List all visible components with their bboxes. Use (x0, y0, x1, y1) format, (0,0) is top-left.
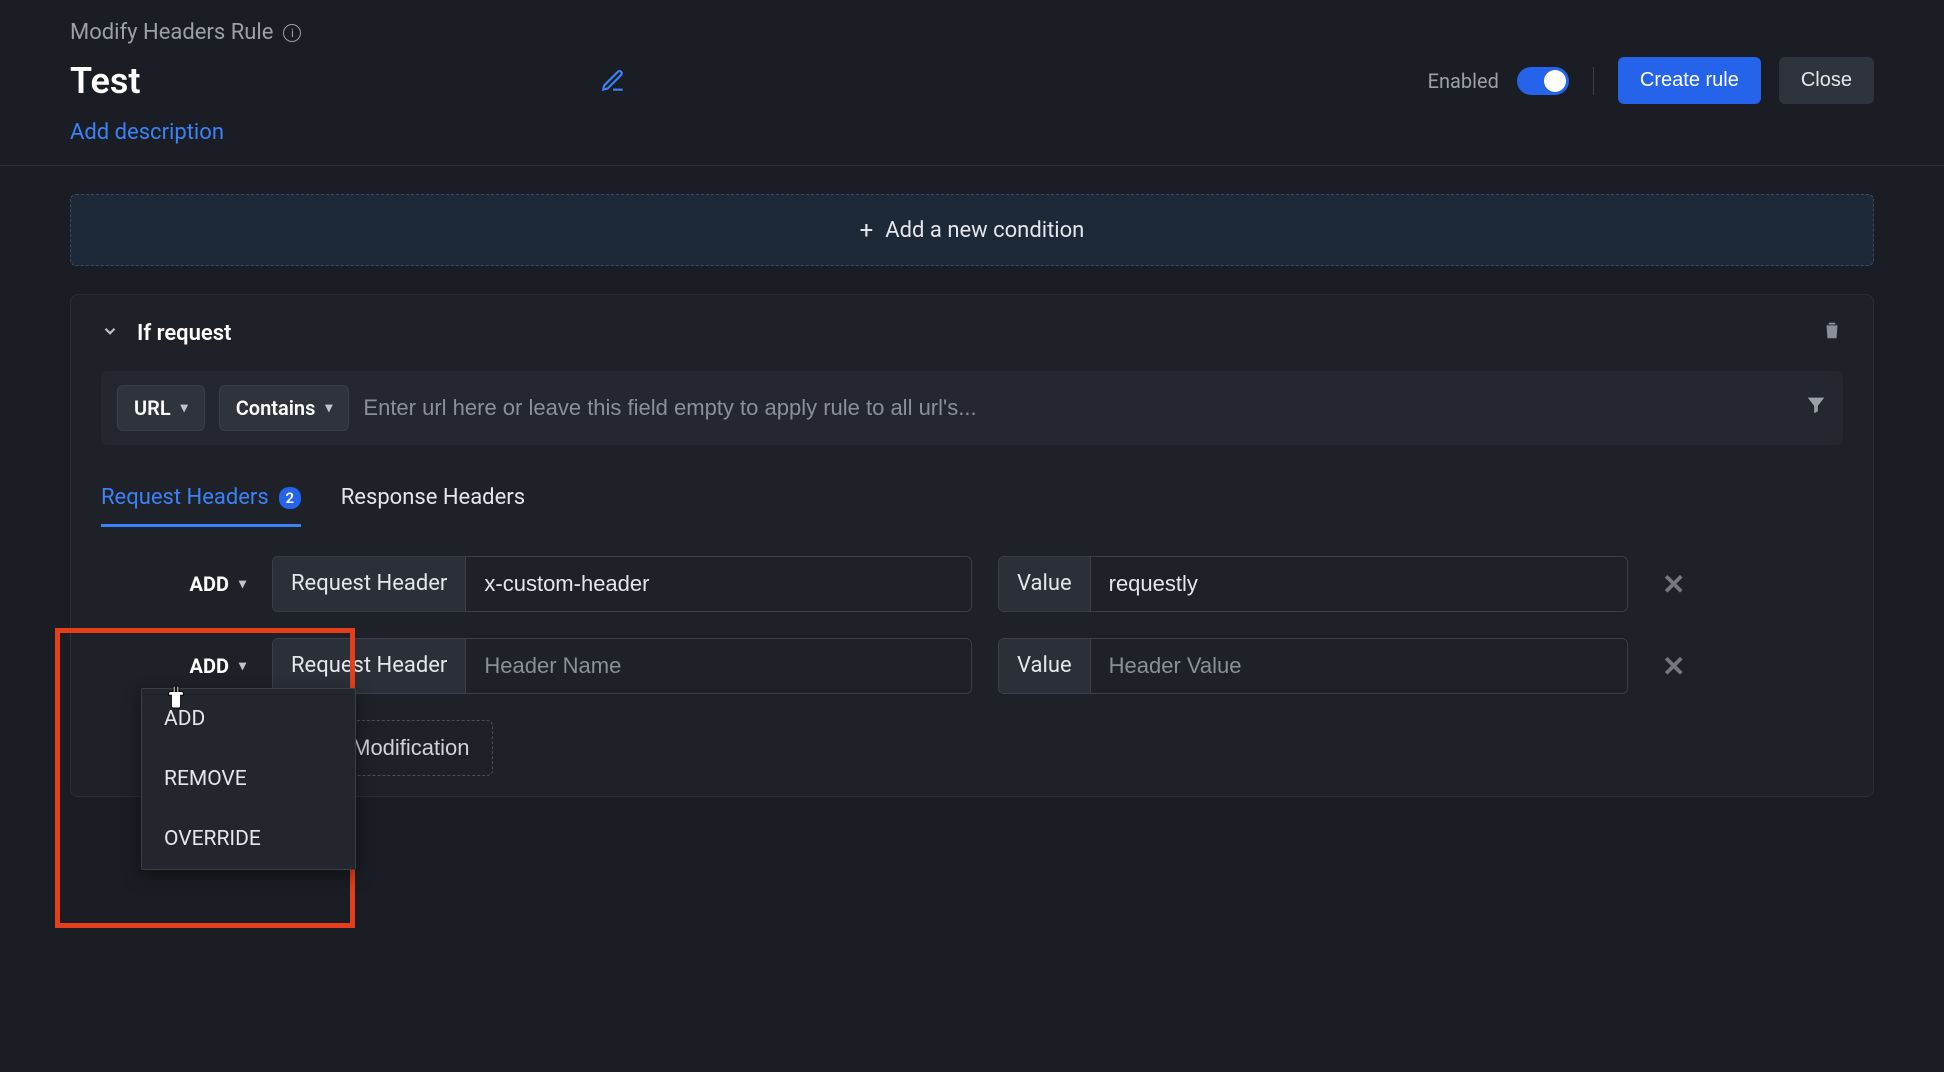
modification-row: ADD ▾ Request Header Value ✕ (101, 556, 1843, 612)
dropdown-item-add[interactable]: ADD (142, 689, 355, 749)
header-name-input[interactable] (466, 557, 971, 611)
header-name-input[interactable] (466, 639, 971, 693)
action-label: ADD (190, 572, 229, 596)
chevron-down-icon: ▾ (181, 400, 188, 416)
url-filter-row: URL ▾ Contains ▾ (101, 371, 1843, 445)
dropdown-item-override[interactable]: OVERRIDE (142, 809, 355, 869)
url-type-select[interactable]: URL ▾ (117, 385, 205, 431)
tab-request-headers[interactable]: Request Headers 2 (101, 485, 301, 527)
close-button[interactable]: Close (1779, 57, 1874, 104)
add-description-link[interactable]: Add description (70, 120, 1874, 145)
breadcrumb-title: Modify Headers Rule (70, 20, 273, 45)
action-select[interactable]: ADD ▾ (190, 572, 246, 596)
header-value-label: Value (999, 639, 1091, 693)
breadcrumb: Modify Headers Rule i (70, 20, 1874, 45)
edit-icon[interactable] (600, 68, 626, 94)
header-value-label: Value (999, 557, 1091, 611)
create-rule-button[interactable]: Create rule (1618, 57, 1761, 104)
tab-request-label: Request Headers (101, 485, 269, 510)
tab-request-badge: 2 (279, 487, 301, 509)
header-key-label: Request Header (273, 639, 466, 693)
enabled-toggle[interactable] (1517, 67, 1569, 95)
enabled-label: Enabled (1428, 69, 1499, 93)
modification-row: ADD ▾ ADD REMOVE OVERRIDE (101, 638, 1843, 694)
tab-response-label: Response Headers (341, 485, 525, 510)
add-condition-button[interactable]: + Add a new condition (70, 194, 1874, 266)
operator-select[interactable]: Contains ▾ (219, 385, 350, 431)
url-type-label: URL (134, 396, 171, 420)
condition-panel: If request URL ▾ Contains ▾ (70, 294, 1874, 797)
add-condition-label: Add a new condition (885, 218, 1084, 243)
action-select[interactable]: ADD ▾ (190, 654, 246, 678)
trash-icon[interactable] (1821, 319, 1843, 347)
header-value-input[interactable] (1091, 639, 1627, 693)
dropdown-item-remove[interactable]: REMOVE (142, 749, 355, 809)
operator-label: Contains (236, 396, 316, 420)
chevron-down-icon: ▾ (239, 576, 246, 592)
chevron-down-icon: ▾ (239, 658, 246, 674)
info-icon[interactable]: i (283, 24, 301, 42)
chevron-down-icon[interactable] (101, 322, 119, 345)
divider (1593, 67, 1594, 95)
header-key-label: Request Header (273, 557, 466, 611)
tab-response-headers[interactable]: Response Headers (341, 485, 525, 527)
remove-row-icon[interactable]: ✕ (1654, 568, 1693, 601)
remove-row-icon[interactable]: ✕ (1654, 650, 1693, 683)
header-tabs: Request Headers 2 Response Headers (101, 485, 1843, 528)
panel-title: If request (137, 321, 231, 346)
rule-title: Test (70, 60, 140, 102)
action-label: ADD (190, 654, 229, 678)
chevron-down-icon: ▾ (325, 400, 332, 416)
header-value-input[interactable] (1091, 557, 1627, 611)
action-dropdown: ADD REMOVE OVERRIDE (141, 688, 356, 870)
plus-icon: + (860, 216, 874, 244)
filter-icon[interactable] (1805, 394, 1827, 422)
url-input[interactable] (363, 395, 1791, 421)
